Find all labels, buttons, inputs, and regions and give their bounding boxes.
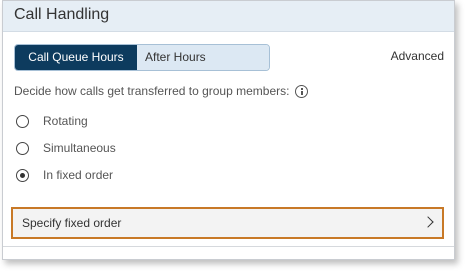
tab-after-hours[interactable]: After Hours <box>137 45 269 70</box>
specify-fixed-order-label: Specify fixed order <box>22 216 122 230</box>
divider <box>3 246 454 247</box>
info-icon[interactable] <box>295 84 309 98</box>
option-label: In fixed order <box>43 168 114 182</box>
option-label: Rotating <box>43 114 88 128</box>
specify-fixed-order-button[interactable]: Specify fixed order <box>11 207 444 239</box>
transfer-prompt: Decide how calls get transferred to grou… <box>14 84 309 98</box>
panel-header: Call Handling <box>3 1 454 32</box>
option-rotating[interactable]: Rotating <box>16 114 88 128</box>
panel-title: Call Handling <box>14 6 110 23</box>
transfer-prompt-text: Decide how calls get transferred to grou… <box>14 84 290 98</box>
advanced-link[interactable]: Advanced <box>391 49 444 63</box>
option-label: Simultaneous <box>43 141 116 155</box>
tab-call-queue-hours[interactable]: Call Queue Hours <box>15 45 137 70</box>
hours-tab-group: Call Queue Hours After Hours <box>14 44 270 71</box>
option-in-fixed-order[interactable]: In fixed order <box>16 168 113 182</box>
radio-simultaneous[interactable] <box>16 141 29 155</box>
call-handling-panel: Call Handling Call Queue Hours After Hou… <box>2 0 455 260</box>
option-simultaneous[interactable]: Simultaneous <box>16 141 116 155</box>
radio-rotating[interactable] <box>16 114 29 128</box>
chevron-right-icon <box>422 216 434 228</box>
radio-in-fixed-order[interactable] <box>16 168 29 182</box>
